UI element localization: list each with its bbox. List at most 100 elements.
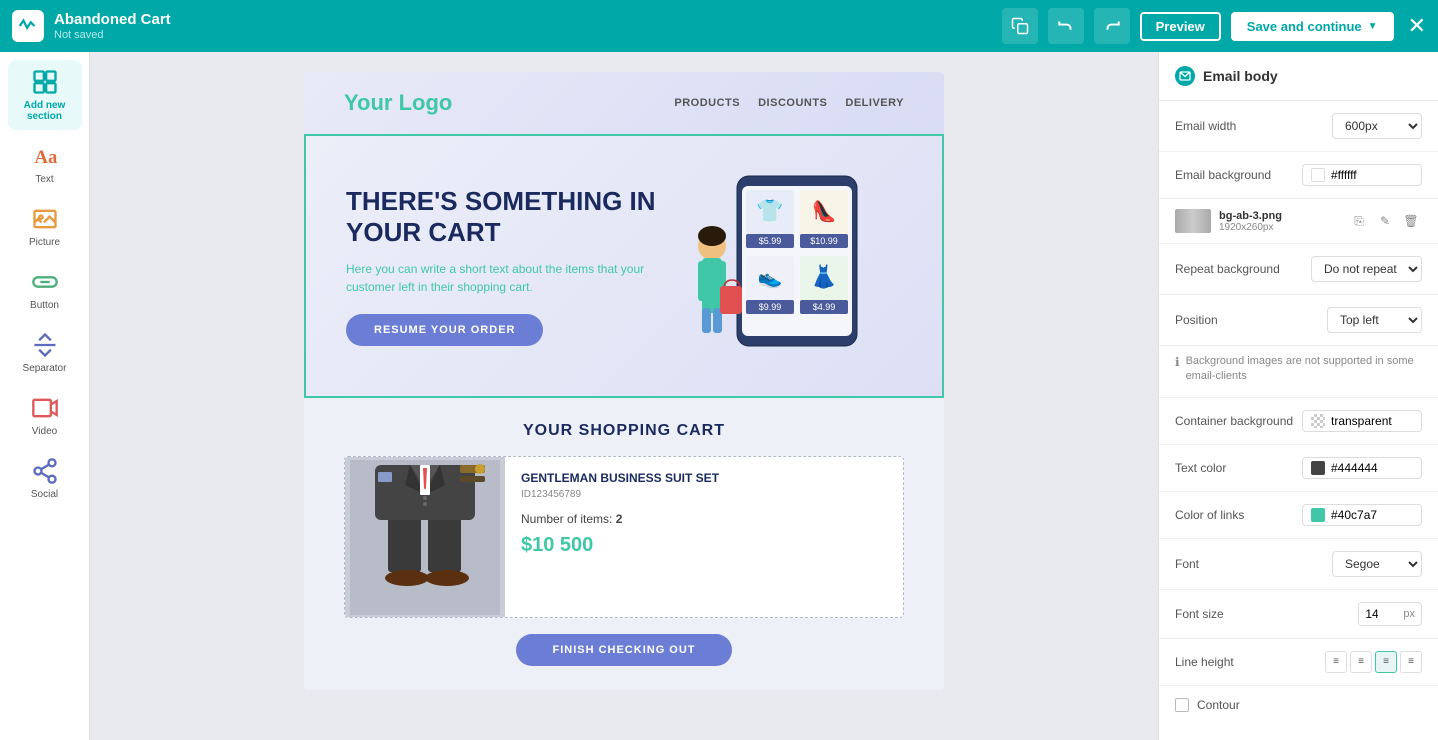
sidebar-item-label: Picture <box>29 237 60 248</box>
container-bg-color-input[interactable]: transparent <box>1302 410 1422 432</box>
resume-order-button[interactable]: RESUME YOUR ORDER <box>346 314 543 346</box>
container-bg-value: transparent <box>1331 414 1392 428</box>
contour-checkbox[interactable] <box>1175 698 1189 712</box>
preview-button[interactable]: Preview <box>1140 12 1221 41</box>
sidebar-item-label: Video <box>32 426 57 437</box>
cart-item-price: $10 500 <box>521 534 887 557</box>
line-height-btn-1[interactable]: ≡ <box>1325 651 1347 673</box>
cart-section: YOUR SHOPPING CART <box>304 398 944 690</box>
sidebar-item-social[interactable]: Social <box>8 449 82 508</box>
cart-item-name: GENTLEMAN BUSINESS SUIT SET <box>521 471 887 485</box>
svg-text:$9.99: $9.99 <box>759 302 782 312</box>
canvas-area: Your Logo PRODUCTS DISCOUNTS DELIVERY TH… <box>90 52 1158 740</box>
email-width-label: Email width <box>1175 119 1236 133</box>
position-field: Position Top leftTop centerTop rightCent… <box>1159 295 1438 346</box>
text-color-swatch <box>1311 461 1325 475</box>
repeat-bg-select[interactable]: Do not repeatRepeatRepeat XRepeat Y <box>1311 256 1422 282</box>
cart-item-qty: Number of items: 2 <box>521 512 887 526</box>
hero-text: THERE'S SOMETHING IN YOUR CART Here you … <box>346 186 662 346</box>
sidebar-item-label: Add new section <box>12 100 78 122</box>
redo-button[interactable] <box>1094 8 1130 44</box>
text-color-field: Text color #444444 <box>1159 445 1438 492</box>
email-body-icon <box>1175 66 1195 86</box>
checkout-btn-wrap: FINISH CHECKING OUT <box>344 634 904 666</box>
sidebar-item-separator[interactable]: Separator <box>8 323 82 382</box>
bg-image-copy-btn[interactable]: ⎘ <box>1348 210 1370 232</box>
text-color-value: #444444 <box>1331 461 1378 475</box>
hero-title: THERE'S SOMETHING IN YOUR CART <box>346 186 662 248</box>
svg-text:👠: 👠 <box>812 199 837 223</box>
right-panel: Email body Email width 600px400px500px70… <box>1158 52 1438 740</box>
font-size-input-wrap: px <box>1358 602 1422 626</box>
bg-image-edit-btn[interactable]: ✎ <box>1374 210 1396 232</box>
sidebar-item-video[interactable]: Video <box>8 386 82 445</box>
text-color-input[interactable]: #444444 <box>1302 457 1422 479</box>
close-button[interactable]: ✕ <box>1408 13 1426 39</box>
svg-text:$10.99: $10.99 <box>810 236 838 246</box>
svg-text:👕: 👕 <box>756 198 783 223</box>
transparent-swatch <box>1311 414 1325 428</box>
sidebar-item-label: Social <box>31 489 58 500</box>
email-bg-swatch <box>1311 168 1325 182</box>
email-bg-color-input[interactable]: #ffffff <box>1302 164 1422 186</box>
hero-section[interactable]: THERE'S SOMETHING IN YOUR CART Here you … <box>304 134 944 398</box>
email-bg-label: Email background <box>1175 168 1271 182</box>
bg-image-name: bg-ab-3.png <box>1219 210 1340 222</box>
email-width-field: Email width 600px400px500px700px800px <box>1159 101 1438 152</box>
email-width-select[interactable]: 600px400px500px700px800px <box>1332 113 1422 139</box>
sidebar-item-button[interactable]: Button <box>8 260 82 319</box>
sidebar-item-add-section[interactable]: Add new section <box>8 60 82 130</box>
line-height-btn-3[interactable]: ≡ <box>1375 651 1397 673</box>
svg-text:$4.99: $4.99 <box>813 302 836 312</box>
links-color-label: Color of links <box>1175 508 1244 522</box>
links-color-swatch <box>1311 508 1325 522</box>
svg-text:👗: 👗 <box>810 264 837 289</box>
bg-image-actions: ⎘ ✎ 🗑 <box>1348 210 1422 232</box>
contour-label: Contour <box>1197 698 1240 712</box>
sidebar-item-picture[interactable]: Picture <box>8 197 82 256</box>
copy-button[interactable] <box>1002 8 1038 44</box>
sidebar-item-label: Text <box>35 174 53 185</box>
nav-products: PRODUCTS <box>674 97 740 109</box>
undo-button[interactable] <box>1048 8 1084 44</box>
links-color-input[interactable]: #40c7a7 <box>1302 504 1422 526</box>
cart-section-title: YOUR SHOPPING CART <box>344 422 904 440</box>
right-panel-title: Email body <box>1203 68 1278 84</box>
topbar-title: Abandoned Cart Not saved <box>54 11 171 41</box>
sidebar-item-label: Separator <box>23 363 67 374</box>
save-continue-button[interactable]: Save and continue ▼ <box>1231 12 1394 41</box>
main-layout: Add new section Aa Text Picture Button <box>0 52 1438 740</box>
font-size-unit: px <box>1403 608 1421 620</box>
position-label: Position <box>1175 313 1218 327</box>
svg-text:Aa: Aa <box>34 147 57 168</box>
line-height-btn-4[interactable]: ≡ <box>1400 651 1422 673</box>
font-size-input[interactable] <box>1359 603 1399 625</box>
save-dropdown-arrow: ▼ <box>1368 21 1378 32</box>
email-nav: PRODUCTS DISCOUNTS DELIVERY <box>674 97 904 109</box>
email-logo: Your Logo <box>344 90 452 116</box>
info-icon: ℹ <box>1175 355 1180 385</box>
bg-image-delete-btn[interactable]: 🗑 <box>1400 210 1422 232</box>
repeat-bg-field: Repeat background Do not repeatRepeatRep… <box>1159 244 1438 295</box>
cart-item[interactable]: GENTLEMAN BUSINESS SUIT SET ID123456789 … <box>344 456 904 618</box>
info-note-text: Background images are not supported in s… <box>1186 354 1422 385</box>
font-size-field: Font size px <box>1159 590 1438 639</box>
app-logo <box>12 10 44 42</box>
bg-image-size: 1920x260px <box>1219 222 1340 233</box>
position-select[interactable]: Top leftTop centerTop rightCenter <box>1327 307 1422 333</box>
cart-item-details: GENTLEMAN BUSINESS SUIT SET ID123456789 … <box>505 457 903 617</box>
cart-item-image <box>345 457 505 617</box>
font-select[interactable]: SegoeArialGeorgiaVerdana <box>1332 551 1422 577</box>
container-bg-field: Container background transparent <box>1159 398 1438 445</box>
checkout-button[interactable]: FINISH CHECKING OUT <box>516 634 731 666</box>
hero-subtitle: Here you can write a short text about th… <box>346 260 662 296</box>
cart-item-id: ID123456789 <box>521 489 887 500</box>
email-bg-field: Email background #ffffff <box>1159 152 1438 199</box>
qty-value: 2 <box>616 512 623 526</box>
email-bg-color-value: #ffffff <box>1331 168 1357 182</box>
line-height-btn-2[interactable]: ≡ <box>1350 651 1372 673</box>
svg-text:👟: 👟 <box>758 267 783 289</box>
contour-row: Contour <box>1159 686 1438 724</box>
right-panel-header: Email body <box>1159 52 1438 101</box>
sidebar-item-text[interactable]: Aa Text <box>8 134 82 193</box>
